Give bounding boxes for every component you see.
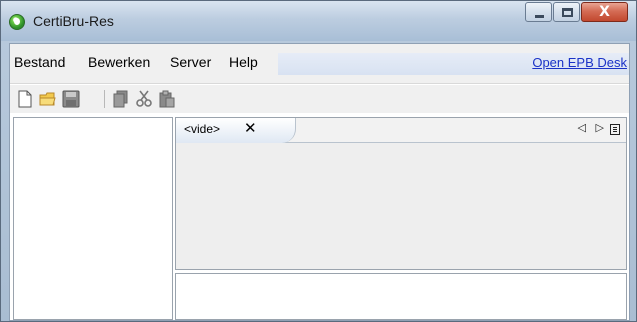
menu-help[interactable]: Help — [229, 54, 258, 70]
bottom-panel[interactable] — [175, 273, 627, 320]
minimize-button[interactable] — [525, 2, 552, 22]
app-window: CertiBru-Res X Bestand Bewerken Server H… — [0, 0, 637, 322]
close-icon: X — [599, 4, 610, 20]
tab-vide[interactable]: <vide> ✕ — [176, 118, 296, 143]
close-button[interactable]: X — [581, 2, 628, 22]
menu-server[interactable]: Server — [170, 54, 211, 70]
navigation-panel[interactable] — [13, 117, 173, 320]
copy-icon[interactable] — [112, 90, 130, 108]
window-title: CertiBru-Res — [33, 13, 114, 29]
window-controls: X — [524, 2, 628, 23]
client-area: Bestand Bewerken Server Help Open EPB De… — [9, 43, 630, 321]
cut-icon[interactable] — [135, 90, 153, 108]
tab-close-icon[interactable]: ✕ — [244, 119, 257, 137]
open-epb-desk-link[interactable]: Open EPB Desk — [532, 55, 627, 70]
toolbar — [10, 85, 629, 113]
editor-area: <vide> ✕ ◁ ▷ — [175, 117, 627, 270]
title-bar[interactable]: CertiBru-Res X — [1, 1, 636, 41]
minimize-icon — [535, 15, 544, 18]
app-logo-icon — [9, 14, 25, 30]
maximize-button[interactable] — [553, 2, 580, 22]
save-icon[interactable] — [62, 90, 80, 108]
tab-scroll-right-icon[interactable]: ▷ — [596, 121, 604, 134]
toolbar-separator — [104, 90, 105, 108]
tab-scroll-left-icon[interactable]: ◁ — [578, 121, 586, 134]
tab-label: <vide> — [184, 122, 221, 136]
new-file-icon[interactable] — [16, 90, 34, 108]
menu-bar: Bestand Bewerken Server Help Open EPB De… — [10, 44, 629, 84]
tab-list-icon[interactable] — [610, 124, 620, 135]
menu-bestand[interactable]: Bestand — [14, 54, 65, 70]
editor-tab-bar: <vide> ✕ ◁ ▷ — [176, 118, 626, 143]
paste-icon[interactable] — [158, 90, 176, 108]
open-folder-icon[interactable] — [39, 90, 57, 108]
maximize-icon — [562, 8, 573, 17]
menu-bewerken[interactable]: Bewerken — [88, 54, 150, 70]
